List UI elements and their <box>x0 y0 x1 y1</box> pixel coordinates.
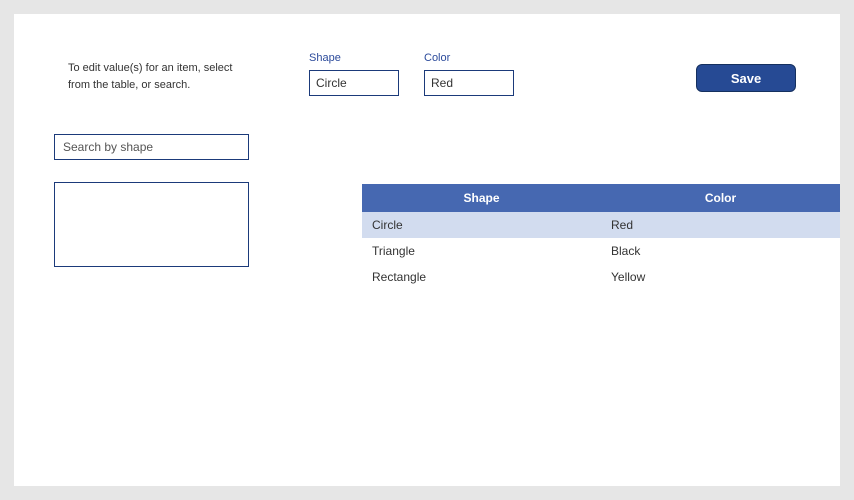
items-table: Shape Color Circle Red Triangle Black Re… <box>362 184 840 290</box>
table-cell-color: Red <box>601 212 840 238</box>
table-header-shape: Shape <box>362 184 601 212</box>
instructions-text: To edit value(s) for an item, select fro… <box>68 60 248 93</box>
table-header-color: Color <box>601 184 840 212</box>
table-header-row: Shape Color <box>362 184 840 212</box>
search-input[interactable] <box>54 134 249 160</box>
window-frame: To edit value(s) for an item, select fro… <box>0 0 854 500</box>
color-field-label: Color <box>424 52 514 64</box>
table-cell-shape: Circle <box>362 212 601 238</box>
table-cell-color: Yellow <box>601 264 840 290</box>
save-button[interactable]: Save <box>696 64 796 92</box>
table-cell-shape: Triangle <box>362 238 601 264</box>
table-row[interactable]: Circle Red <box>362 212 840 238</box>
table-row[interactable]: Rectangle Yellow <box>362 264 840 290</box>
app-canvas: To edit value(s) for an item, select fro… <box>14 14 840 486</box>
table-cell-color: Black <box>601 238 840 264</box>
shape-field-group: Shape <box>309 52 399 96</box>
shape-input[interactable] <box>309 70 399 96</box>
shape-field-label: Shape <box>309 52 399 64</box>
table-cell-shape: Rectangle <box>362 264 601 290</box>
table-row[interactable]: Triangle Black <box>362 238 840 264</box>
color-field-group: Color <box>424 52 514 96</box>
search-results-box[interactable] <box>54 182 249 267</box>
color-input[interactable] <box>424 70 514 96</box>
